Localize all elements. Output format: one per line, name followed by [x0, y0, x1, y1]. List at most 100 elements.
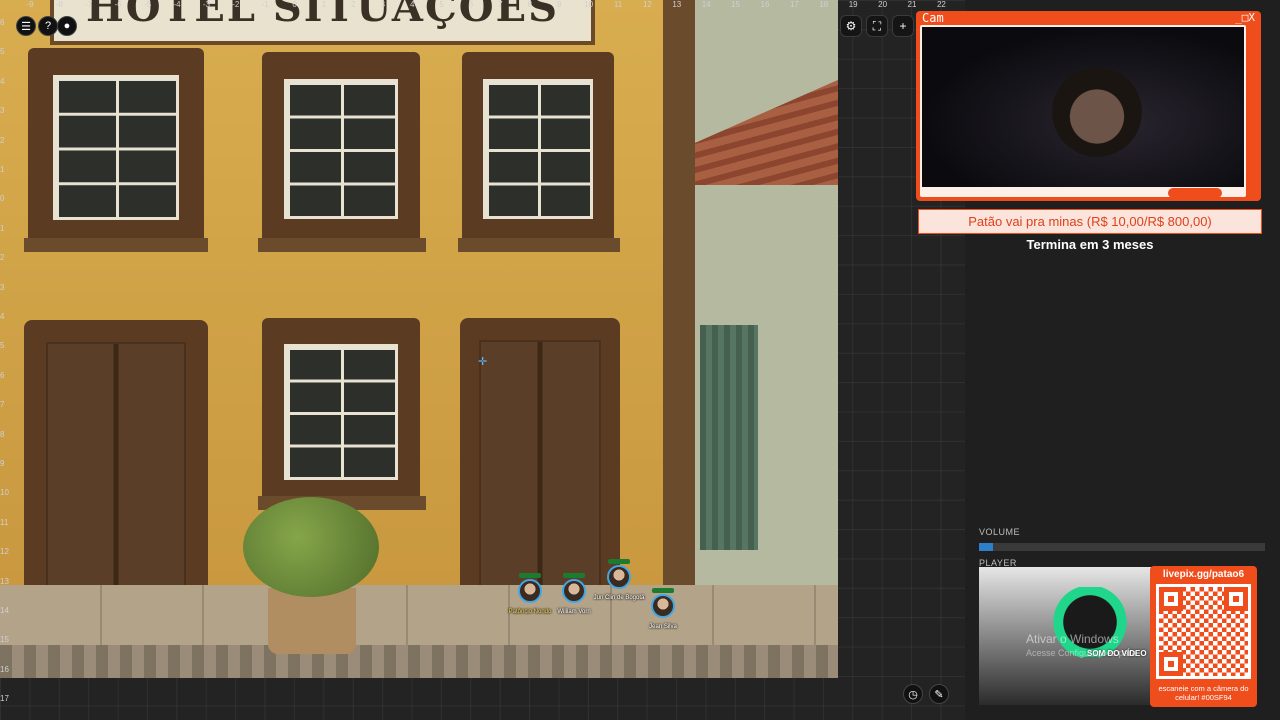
map-window-sill	[458, 238, 620, 252]
ruler-tick-label: 7	[498, 0, 503, 9]
map-cobblestone-street	[0, 645, 838, 678]
dot-icon: ●	[63, 20, 71, 32]
volume-slider-fill	[979, 543, 994, 551]
ruler-tick-label: 4	[0, 76, 5, 86]
crosshair-icon: ✛	[478, 356, 488, 368]
map-background-image: HOTEL SITUAÇÕES	[0, 0, 838, 678]
sound-logo-icon	[1034, 587, 1146, 657]
ruler-tick-label: 6	[468, 0, 474, 9]
donation-goal-bar: Patão vai pra minas (R$ 10,00/R$ 800,00)	[918, 209, 1262, 234]
ruler-tick-label: 10	[584, 0, 594, 9]
ruler-tick-label: 5	[0, 47, 5, 57]
token-portrait	[518, 579, 542, 603]
ruler-tick-label: 14	[701, 0, 711, 9]
history-button[interactable]: ◷	[903, 684, 923, 704]
ruler-tick-label: 4	[0, 312, 5, 321]
donation-goal-deadline: Termina em 3 meses	[1026, 237, 1154, 252]
expand-icon: ⛶	[872, 18, 882, 33]
ruler-tick-label: 13	[0, 576, 9, 586]
ruler-tick-label: 3	[0, 106, 5, 116]
ruler-tick-label: 12	[0, 547, 9, 557]
map-hotel-facade: HOTEL SITUAÇÕES	[0, 0, 695, 590]
cam-scrollbar-vertical[interactable]	[1247, 69, 1257, 101]
clock-icon: ◷	[908, 688, 918, 701]
donation-goal-text: Patão vai pra minas (R$ 10,00/R$ 800,00)	[968, 214, 1212, 229]
map-window	[262, 318, 420, 502]
ruler-icon: ✎	[934, 688, 944, 701]
map-facade-pillar	[663, 0, 695, 590]
add-button[interactable]: +	[892, 15, 914, 37]
ruler-tick-label: 6	[0, 18, 5, 27]
webcam-video	[922, 27, 1244, 187]
ruler-tick-label: 1	[0, 165, 5, 174]
livepix-qr-card: livepix.gg/patao6 escaneie com a câmera …	[1150, 566, 1257, 707]
windows-activation-title: Ativar o Windows	[1026, 632, 1119, 646]
ruler-tick-label: 6	[0, 370, 5, 380]
fullscreen-button[interactable]: ⛶	[866, 15, 888, 37]
ruler-tick-label: 2	[351, 0, 356, 9]
ruler-tick-label: 8	[0, 429, 5, 439]
ruler-tick-label: 19	[848, 0, 858, 9]
ruler-tick-label: 15	[0, 635, 9, 645]
map-window-sill	[24, 238, 208, 252]
record-button[interactable]: ●	[57, 16, 77, 36]
cam-frame	[920, 25, 1246, 197]
ruler-tick-label: -8	[55, 0, 63, 9]
hamburger-icon[interactable]: ☰	[16, 16, 36, 36]
ruler-tick-label: 0	[0, 194, 5, 204]
ruler-tick-label: 9	[0, 459, 5, 468]
volume-label: VOLUME	[979, 527, 1021, 537]
ruler-tick-label: 14	[0, 606, 9, 615]
livepix-url: livepix.gg/patao6	[1162, 569, 1245, 580]
measure-button[interactable]: ✎	[929, 684, 949, 704]
map-window-sill	[258, 238, 426, 252]
qr-code-icon	[1156, 584, 1251, 679]
ruler-tick-label: 3	[0, 282, 5, 292]
token-portrait	[651, 594, 675, 618]
ruler-tick-label: 9	[556, 0, 562, 9]
ruler-tick-label: 0	[292, 0, 297, 9]
ruler-tick-label: 22	[936, 0, 946, 9]
token-name: Jun Clin de Bogotá	[593, 595, 645, 601]
cam-window[interactable]: Cam _□X	[916, 11, 1261, 201]
ruler-tick-label: 17	[789, 0, 799, 9]
ruler-tick-label: 16	[760, 0, 770, 9]
battle-map[interactable]: HOTEL SITUAÇÕES -9 -8 -7 -6 -5 -4 -3 -2 -1 0 1 2 3 4 5…	[0, 0, 965, 720]
token-portrait	[607, 565, 631, 589]
ruler-tick-label: 10	[0, 488, 9, 498]
ruler-tick-label: 2	[0, 253, 5, 263]
map-sidewalk	[0, 585, 838, 645]
ruler-tick-label: 7	[0, 400, 5, 410]
ruler-tick-label: 20	[878, 0, 888, 9]
ruler-tick-label: 3	[380, 0, 386, 9]
ruler-tick-label: -6	[114, 0, 122, 9]
character-token[interactable]: Jun Clin de Bogotá	[594, 559, 644, 601]
ruler-tick-label: 13	[672, 0, 682, 9]
settings-button[interactable]: ⚙	[840, 15, 862, 37]
character-token[interactable]: Jean Silva	[648, 588, 678, 630]
ruler-tick-label: -1	[261, 0, 269, 9]
ruler-tick-label: -4	[173, 0, 181, 9]
ruler-tick-label: 8	[527, 0, 533, 9]
volume-slider[interactable]	[979, 543, 1265, 551]
ruler-tick-label: 18	[819, 0, 829, 9]
map-window	[262, 52, 420, 242]
ruler-tick-label: -9	[26, 0, 34, 9]
window-controls[interactable]: _□X	[1235, 11, 1255, 24]
help-button[interactable]: ?	[38, 16, 58, 36]
windows-activation-subtitle: Acesse Configurações para	[1026, 648, 1137, 658]
map-green-door	[700, 325, 758, 550]
gear-icon: ⚙	[845, 19, 857, 33]
ruler-tick-label: 2	[0, 135, 5, 145]
ruler-tick-label: 1	[0, 223, 5, 233]
cam-scrollbar-horizontal[interactable]	[1168, 188, 1222, 198]
ruler-tick-label: 16	[0, 664, 9, 674]
ruler-tick-label: -2	[232, 0, 240, 9]
character-token[interactable]: Patôncio Nondo	[509, 573, 551, 615]
ruler-tick-label: 15	[731, 0, 741, 9]
grid-ruler-left: 6 5 4 3 2 1 0 1 2 3 4 5 6 7 8 9 10 11 12 13 14 15 16 17	[0, 0, 12, 720]
token-hp-bar	[608, 559, 630, 564]
map-bush	[243, 497, 379, 597]
token-name: William Vorn	[557, 609, 591, 615]
vtt-stream-screen: HOTEL SITUAÇÕES -9 -8 -7 -6 -5 -4 -3 -2 -1 0 1 2 3 4 5…	[0, 0, 1280, 720]
